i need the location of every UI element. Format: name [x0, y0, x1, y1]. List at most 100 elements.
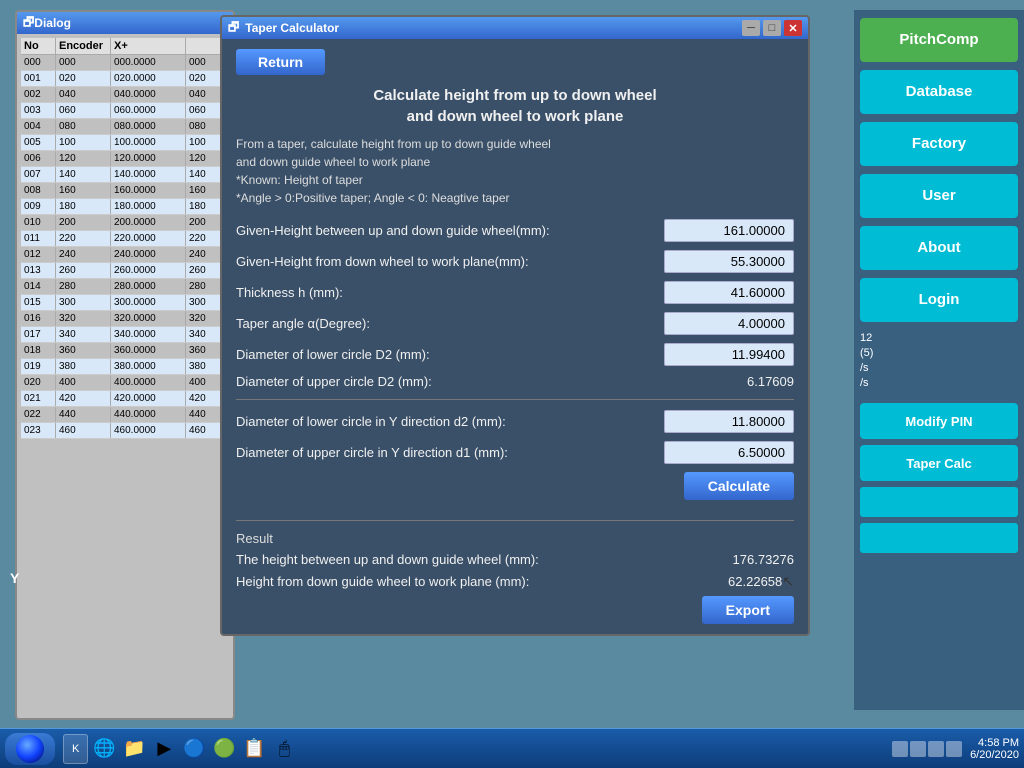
- field-input-4[interactable]: [664, 343, 794, 366]
- table-row: 014280280.0000280: [21, 279, 229, 295]
- tray-time: 4:58 PM6/20/2020: [970, 737, 1019, 761]
- close-button[interactable]: ✕: [784, 20, 802, 36]
- divider-2: [236, 520, 794, 521]
- start-button[interactable]: [5, 733, 55, 765]
- cell-16-1: 320: [56, 311, 111, 326]
- field-row-1: Given-Height from down wheel to work pla…: [236, 250, 794, 273]
- field-label-2: Thickness h (mm):: [236, 285, 664, 300]
- field-row-4: Diameter of lower circle D2 (mm):: [236, 343, 794, 366]
- taper-heading: Calculate height from up to down wheel a…: [236, 85, 794, 127]
- cell-18-0: 018: [21, 343, 56, 358]
- main-title-icon: 🗗: [23, 13, 34, 34]
- cell-0-2: 000.0000: [111, 55, 186, 70]
- cell-23-0: 023: [21, 423, 56, 438]
- browser-icon[interactable]: 🌐: [92, 737, 116, 761]
- cell-17-2: 340.0000: [111, 327, 186, 342]
- result-row-0: The height between up and down guide whe…: [236, 552, 794, 567]
- cell-0-0: 000: [21, 55, 56, 70]
- field-row-5: Diameter of upper circle D2 (mm):6.17609: [236, 374, 794, 389]
- table-row: 004080080.0000080: [21, 119, 229, 135]
- table-header: No Encoder X+: [21, 38, 229, 55]
- return-button[interactable]: Return: [236, 49, 325, 75]
- cell-7-1: 140: [56, 167, 111, 182]
- cell-1-1: 020: [56, 71, 111, 86]
- login-button[interactable]: Login: [860, 278, 1018, 322]
- pitchcomp-button[interactable]: PitchComp: [860, 18, 1018, 62]
- app-icon-3[interactable]: 📋: [242, 737, 266, 761]
- cell-17-0: 017: [21, 327, 56, 342]
- cell-4-1: 080: [56, 119, 111, 134]
- rp-data4: /s: [860, 377, 1018, 389]
- result-label-1: Height from down guide wheel to work pla…: [236, 574, 652, 589]
- cell-19-2: 380.0000: [111, 359, 186, 374]
- cell-11-1: 220: [56, 231, 111, 246]
- cell-12-1: 240: [56, 247, 111, 262]
- taper-results: The height between up and down guide whe…: [236, 552, 794, 590]
- cell-15-0: 015: [21, 295, 56, 310]
- user-button[interactable]: User: [860, 174, 1018, 218]
- app-icon-4[interactable]: 🖱: [272, 737, 296, 761]
- taper-calculator-dialog: 🗗 Taper Calculator ─ □ ✕ Return Calculat…: [220, 15, 810, 636]
- cell-6-0: 006: [21, 151, 56, 166]
- main-title-text: Dialog: [34, 16, 71, 30]
- cell-19-1: 380: [56, 359, 111, 374]
- field-input-1[interactable]: [664, 250, 794, 273]
- cell-2-0: 002: [21, 87, 56, 102]
- media-icon[interactable]: ▶: [152, 737, 176, 761]
- table-body: 000000000.0000000001020020.0000020002040…: [21, 55, 229, 439]
- cell-18-1: 360: [56, 343, 111, 358]
- col-encoder: Encoder: [56, 38, 111, 54]
- table-row: 021420420.0000420: [21, 391, 229, 407]
- field2-input-1[interactable]: [664, 441, 794, 464]
- minimize-button[interactable]: ─: [742, 20, 760, 36]
- field-input-3[interactable]: [664, 312, 794, 335]
- cell-6-2: 120.0000: [111, 151, 186, 166]
- database-button[interactable]: Database: [860, 70, 1018, 114]
- rp-data2: (5): [860, 347, 1018, 359]
- taper-calc-button[interactable]: Taper Calc: [860, 445, 1018, 481]
- result-section-label: Result: [236, 531, 794, 546]
- y-label: Y: [10, 570, 19, 586]
- folder-icon[interactable]: 📁: [122, 737, 146, 761]
- field2-input-0[interactable]: [664, 410, 794, 433]
- table-row: 020400400.0000400: [21, 375, 229, 391]
- rp-extra-block: [860, 487, 1018, 517]
- table-row: 012240240.0000240: [21, 247, 229, 263]
- field-row-2: Thickness h (mm):: [236, 281, 794, 304]
- cell-4-2: 080.0000: [111, 119, 186, 134]
- right-panel: PitchComp Database Factory User About Lo…: [854, 10, 1024, 710]
- cell-12-2: 240.0000: [111, 247, 186, 262]
- table-row: 007140140.0000140: [21, 167, 229, 183]
- factory-button[interactable]: Factory: [860, 122, 1018, 166]
- cell-21-0: 021: [21, 391, 56, 406]
- field-input-2[interactable]: [664, 281, 794, 304]
- field2-label-0: Diameter of lower circle in Y direction …: [236, 414, 664, 429]
- taskbar-app-btn[interactable]: K: [63, 734, 88, 764]
- rp-data3: /s: [860, 362, 1018, 374]
- table-row: 009180180.0000180: [21, 199, 229, 215]
- field-input-0[interactable]: [664, 219, 794, 242]
- field-label-4: Diameter of lower circle D2 (mm):: [236, 347, 664, 362]
- cell-9-0: 009: [21, 199, 56, 214]
- app-icon-1[interactable]: 🔵: [182, 737, 206, 761]
- field-row-0: Given-Height between up and down guide w…: [236, 219, 794, 242]
- taper-fields: Given-Height between up and down guide w…: [236, 219, 794, 389]
- table-row: 001020020.0000020: [21, 71, 229, 87]
- cell-18-2: 360.0000: [111, 343, 186, 358]
- cell-22-2: 440.0000: [111, 407, 186, 422]
- calculate-button[interactable]: Calculate: [684, 472, 794, 500]
- about-button[interactable]: About: [860, 226, 1018, 270]
- cell-13-0: 013: [21, 263, 56, 278]
- field-label-1: Given-Height from down wheel to work pla…: [236, 254, 664, 269]
- cell-8-1: 160: [56, 183, 111, 198]
- table-row: 006120120.0000120: [21, 151, 229, 167]
- field-label-3: Taper angle α(Degree):: [236, 316, 664, 331]
- cell-3-1: 060: [56, 103, 111, 118]
- field-plain-5: 6.17609: [664, 374, 794, 389]
- cell-15-2: 300.0000: [111, 295, 186, 310]
- maximize-button[interactable]: □: [763, 20, 781, 36]
- app-icon-2[interactable]: 🟢: [212, 737, 236, 761]
- cell-22-1: 440: [56, 407, 111, 422]
- export-button[interactable]: Export: [702, 596, 794, 624]
- modify-pin-button[interactable]: Modify PIN: [860, 403, 1018, 439]
